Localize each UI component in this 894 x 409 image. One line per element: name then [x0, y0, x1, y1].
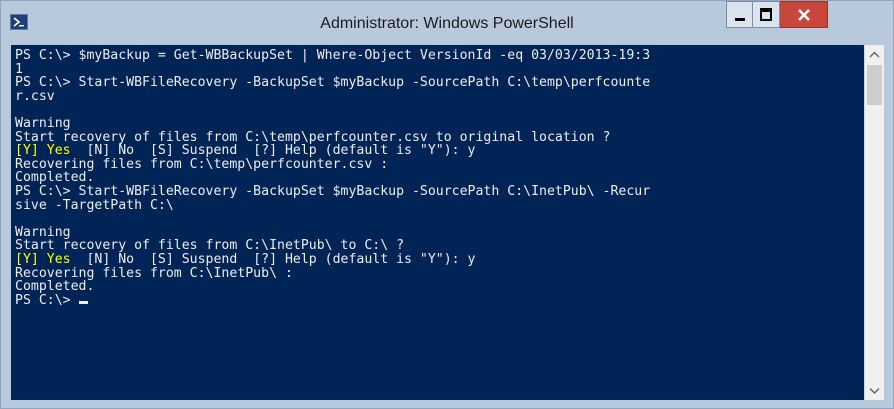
console-output[interactable]: PS C:\> $myBackup = Get-WBBackupSet | Wh… [11, 45, 864, 400]
close-button[interactable] [780, 1, 828, 28]
text-cursor [78, 300, 88, 304]
window-frame-bottom [1, 400, 893, 408]
powershell-window: Administrator: Windows PowerShell PS C:\… [0, 0, 894, 409]
scroll-up-arrow-icon [869, 51, 880, 58]
title-bar[interactable]: Administrator: Windows PowerShell [1, 1, 893, 45]
console-text: PS C:\> $myBackup = Get-WBBackupSet | Wh… [11, 45, 864, 307]
scroll-down-arrow-icon [869, 388, 880, 394]
scroll-down-button[interactable] [865, 381, 884, 400]
window-frame-right [884, 45, 893, 408]
command-prompt: PS C:\> [15, 292, 79, 308]
maximize-button[interactable] [753, 1, 780, 28]
console-line: PS C:\> Start-WBFileRecovery -BackupSet … [15, 75, 651, 91]
scroll-up-button[interactable] [865, 45, 884, 64]
maximize-icon [760, 8, 772, 21]
console-line: r.csv [15, 88, 55, 104]
scroll-thumb[interactable] [867, 65, 882, 105]
close-icon [798, 9, 810, 21]
minimize-icon [735, 18, 745, 21]
minimize-button[interactable] [726, 1, 753, 28]
console-line: PS C:\> [15, 293, 88, 308]
console-line: sive -TargetPath C:\ [15, 197, 174, 213]
console-line: PS C:\> $myBackup = Get-WBBackupSet | Wh… [15, 48, 651, 63]
vertical-scrollbar[interactable] [864, 45, 884, 400]
